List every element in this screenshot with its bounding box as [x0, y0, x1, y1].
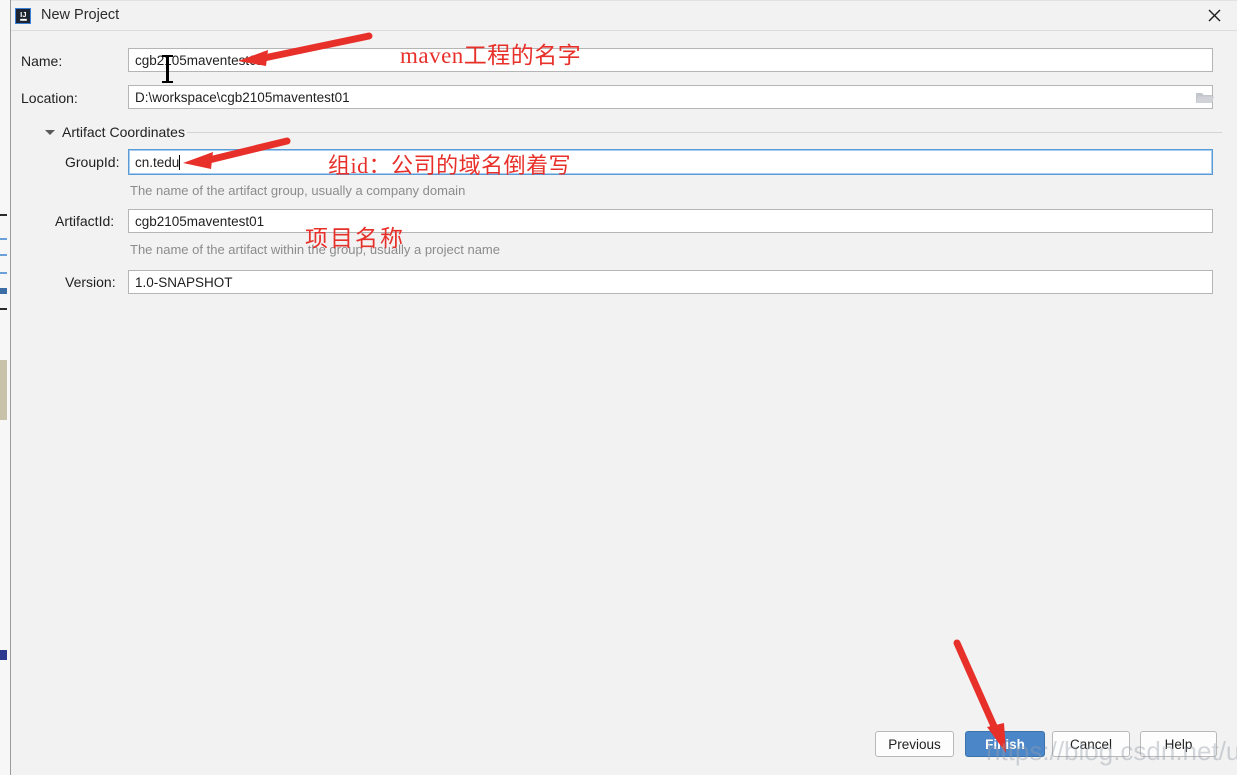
help-button[interactable]: Help — [1140, 731, 1217, 757]
location-input-value: D:\workspace\cgb2105maventest01 — [135, 89, 350, 105]
version-label: Version: — [65, 274, 116, 290]
artifactid-label: ArtifactId: — [55, 213, 115, 229]
close-icon[interactable] — [1191, 1, 1237, 30]
dialog-title: New Project — [41, 7, 120, 23]
bg-artifact — [0, 238, 7, 240]
groupid-hint: The name of the artifact group, usually … — [130, 183, 466, 198]
bg-artifact — [0, 214, 7, 216]
version-input[interactable]: 1.0-SNAPSHOT — [128, 270, 1213, 294]
artifactid-input[interactable]: cgb2105maventest01 — [128, 209, 1213, 233]
name-input-value: cgb2105maventest01 — [135, 52, 265, 68]
artifactid-input-value: cgb2105maventest01 — [135, 213, 265, 229]
bg-artifact — [0, 308, 7, 310]
folder-icon-glyph — [1196, 93, 1214, 103]
dialog-titlebar: IJ New Project — [11, 1, 1237, 31]
close-icon-glyph — [1208, 9, 1220, 22]
bg-artifact — [0, 650, 7, 660]
section-divider — [187, 132, 1222, 133]
version-input-value: 1.0-SNAPSHOT — [135, 274, 233, 290]
cancel-button[interactable]: Cancel — [1052, 731, 1130, 757]
bg-artifact — [0, 288, 7, 294]
artifact-coordinates-section-toggle[interactable]: Artifact Coordinates — [45, 124, 185, 140]
new-project-dialog: IJ New Project Name: cgb2105maventest01 … — [11, 0, 1237, 775]
background-window-edge — [0, 0, 11, 775]
groupid-input[interactable]: cn.tedu — [128, 149, 1213, 175]
name-input[interactable]: cgb2105maventest01 — [128, 48, 1213, 72]
location-label: Location: — [21, 90, 78, 106]
previous-button[interactable]: Previous — [875, 731, 954, 757]
finish-button[interactable]: Finish — [965, 731, 1045, 757]
location-input[interactable]: D:\workspace\cgb2105maventest01 — [128, 85, 1213, 109]
folder-icon[interactable] — [1195, 90, 1215, 106]
bg-artifact — [0, 360, 7, 420]
text-caret — [179, 154, 181, 170]
name-label: Name: — [21, 53, 63, 69]
artifactid-hint: The name of the artifact within the grou… — [130, 242, 500, 257]
bg-artifact — [0, 254, 7, 256]
artifact-coordinates-label: Artifact Coordinates — [62, 124, 185, 140]
groupid-label: GroupId: — [65, 154, 120, 170]
bg-artifact — [0, 272, 7, 274]
groupid-input-value: cn.tedu — [135, 154, 180, 170]
chevron-down-icon — [45, 129, 55, 135]
intellij-idea-icon: IJ — [15, 8, 31, 24]
app-icon-label: IJ — [19, 10, 27, 21]
